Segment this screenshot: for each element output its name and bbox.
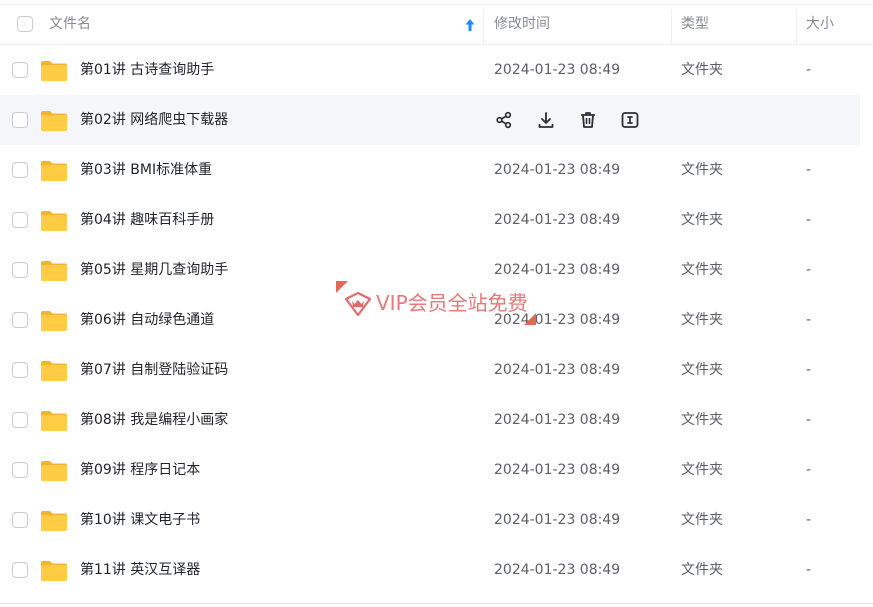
row-checkbox[interactable] xyxy=(12,212,28,228)
watermark-text: VIP会员全站免费 xyxy=(376,291,528,315)
file-type: 文件夹 xyxy=(681,162,723,178)
file-name[interactable]: 第06讲 自动绿色通道 xyxy=(80,295,214,345)
folder-icon xyxy=(41,461,67,481)
file-size: - xyxy=(806,162,812,178)
file-name[interactable]: 第08讲 我是编程小画家 xyxy=(80,395,228,445)
row-checkbox[interactable] xyxy=(12,462,28,478)
file-name[interactable]: 第05讲 星期几查询助手 xyxy=(80,245,228,295)
file-name[interactable]: 第04讲 趣味百科手册 xyxy=(80,195,214,245)
file-name[interactable]: 第10讲 课文电子书 xyxy=(80,495,200,545)
row-checkbox[interactable] xyxy=(12,162,28,178)
file-size: - xyxy=(806,462,812,478)
file-name[interactable]: 第03讲 BMI标准体重 xyxy=(80,145,212,195)
file-size: - xyxy=(806,362,812,378)
file-type: 文件夹 xyxy=(681,62,723,78)
delete-icon[interactable] xyxy=(578,110,598,130)
file-row[interactable]: 第11讲 英汉互译器 2024-01-23 08:49 文件夹 - xyxy=(0,545,860,595)
file-size: - xyxy=(806,212,812,228)
select-all-checkbox[interactable] xyxy=(17,16,33,32)
column-header-type[interactable]: 类型 xyxy=(681,5,709,44)
modified-time: 2024-01-23 08:49 xyxy=(494,462,621,478)
folder-icon xyxy=(41,561,67,581)
folder-icon xyxy=(41,511,67,531)
folder-icon xyxy=(41,361,67,381)
file-type: 文件夹 xyxy=(681,312,723,328)
file-type: 文件夹 xyxy=(681,512,723,528)
modified-time: 2024-01-23 08:49 xyxy=(494,412,621,428)
column-divider[interactable] xyxy=(671,10,672,44)
folder-icon xyxy=(41,61,67,81)
file-size: - xyxy=(806,412,812,428)
folder-icon xyxy=(41,111,67,131)
modified-time: 2024-01-23 08:49 xyxy=(494,562,621,578)
folder-icon xyxy=(41,311,67,331)
file-name[interactable]: 第02讲 网络爬虫下载器 xyxy=(80,95,228,145)
bottom-border xyxy=(0,603,873,604)
file-type: 文件夹 xyxy=(681,412,723,428)
rename-icon[interactable] xyxy=(620,110,640,130)
file-size: - xyxy=(806,512,812,528)
file-row[interactable]: 第01讲 古诗查询助手 2024-01-23 08:49 文件夹 - xyxy=(0,45,860,95)
folder-icon xyxy=(41,211,67,231)
file-size: - xyxy=(806,262,812,278)
column-divider[interactable] xyxy=(796,10,797,44)
crown-gem-icon xyxy=(344,291,372,317)
modified-time: 2024-01-23 08:49 xyxy=(494,512,621,528)
folder-icon xyxy=(41,161,67,181)
row-checkbox[interactable] xyxy=(12,312,28,328)
row-checkbox[interactable] xyxy=(12,412,28,428)
file-type: 文件夹 xyxy=(681,262,723,278)
column-header-time[interactable]: 修改时间 xyxy=(494,5,550,44)
file-type: 文件夹 xyxy=(681,362,723,378)
column-header-size[interactable]: 大小 xyxy=(806,5,834,44)
table-header: 文件名 修改时间 类型 大小 xyxy=(0,5,873,45)
file-type: 文件夹 xyxy=(681,462,723,478)
download-icon[interactable] xyxy=(536,110,556,130)
file-name[interactable]: 第09讲 程序日记本 xyxy=(80,445,200,495)
column-divider[interactable] xyxy=(483,10,484,44)
file-row[interactable]: 第02讲 网络爬虫下载器 xyxy=(0,95,860,145)
modified-time: 2024-01-23 08:49 xyxy=(494,62,621,78)
modified-time: 2024-01-23 08:49 xyxy=(494,212,621,228)
vip-watermark: VIP会员全站免费 xyxy=(336,281,536,325)
share-icon[interactable] xyxy=(494,110,514,130)
folder-icon xyxy=(41,411,67,431)
file-size: - xyxy=(806,62,812,78)
file-size: - xyxy=(806,562,812,578)
folder-icon xyxy=(41,261,67,281)
row-checkbox[interactable] xyxy=(12,512,28,528)
column-header-name[interactable]: 文件名 xyxy=(49,5,91,44)
sort-ascending-icon[interactable] xyxy=(464,17,476,33)
modified-time: 2024-01-23 08:49 xyxy=(494,362,621,378)
file-name[interactable]: 第01讲 古诗查询助手 xyxy=(80,45,214,95)
file-row[interactable]: 第08讲 我是编程小画家 2024-01-23 08:49 文件夹 - xyxy=(0,395,860,445)
row-checkbox[interactable] xyxy=(12,362,28,378)
file-name[interactable]: 第07讲 自制登陆验证码 xyxy=(80,345,228,395)
row-checkbox[interactable] xyxy=(12,62,28,78)
file-row[interactable]: 第07讲 自制登陆验证码 2024-01-23 08:49 文件夹 - xyxy=(0,345,860,395)
modified-time: 2024-01-23 08:49 xyxy=(494,162,621,178)
file-row[interactable]: 第09讲 程序日记本 2024-01-23 08:49 文件夹 - xyxy=(0,445,860,495)
file-type: 文件夹 xyxy=(681,562,723,578)
file-type: 文件夹 xyxy=(681,212,723,228)
file-size: - xyxy=(806,312,812,328)
row-checkbox[interactable] xyxy=(12,262,28,278)
file-name[interactable]: 第11讲 英汉互译器 xyxy=(80,545,200,595)
row-checkbox[interactable] xyxy=(12,562,28,578)
file-row[interactable]: 第10讲 课文电子书 2024-01-23 08:49 文件夹 - xyxy=(0,495,860,545)
file-row[interactable]: 第03讲 BMI标准体重 2024-01-23 08:49 文件夹 - xyxy=(0,145,860,195)
row-checkbox[interactable] xyxy=(12,112,28,128)
file-row[interactable]: 第04讲 趣味百科手册 2024-01-23 08:49 文件夹 - xyxy=(0,195,860,245)
